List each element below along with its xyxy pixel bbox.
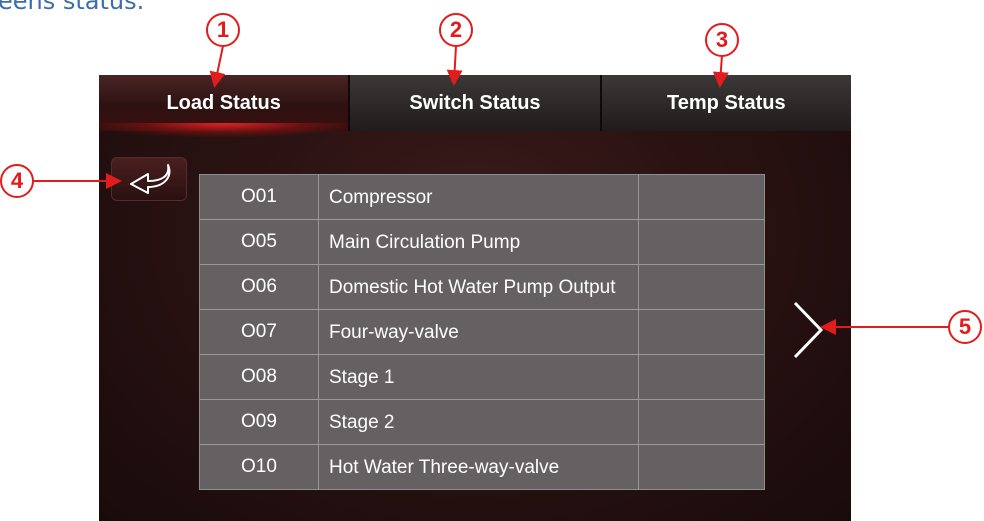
status-tabs: Load Status Switch Status Temp Status [99, 75, 851, 137]
row-code: O09 [200, 400, 319, 444]
row-name: Hot Water Three-way-valve [319, 445, 639, 489]
tab-switch-status[interactable]: Switch Status [350, 75, 602, 131]
row-code: O10 [200, 445, 319, 489]
row-name: Stage 1 [319, 355, 639, 399]
row-value [639, 445, 764, 489]
row-value [639, 265, 764, 309]
table-row: O01 Compressor [200, 175, 764, 220]
table-row: O08 Stage 1 [200, 355, 764, 400]
row-code: O08 [200, 355, 319, 399]
row-name: Compressor [319, 175, 639, 219]
table-row: O09 Stage 2 [200, 400, 764, 445]
row-value [639, 220, 764, 264]
row-name: Four-way-valve [319, 310, 639, 354]
table-row: O06 Domestic Hot Water Pump Output [200, 265, 764, 310]
callout-3: 3 [705, 23, 739, 57]
chevron-right-icon [793, 301, 824, 359]
row-name: Main Circulation Pump [319, 220, 639, 264]
row-name: Stage 2 [319, 400, 639, 444]
row-value [639, 355, 764, 399]
next-page-button[interactable] [789, 300, 829, 360]
row-code: O06 [200, 265, 319, 309]
row-value [639, 310, 764, 354]
callout-2: 2 [439, 13, 473, 47]
row-value [639, 175, 764, 219]
callout-5: 5 [948, 310, 982, 344]
return-arrow-icon [130, 164, 171, 194]
row-code: O07 [200, 310, 319, 354]
back-button[interactable] [111, 157, 187, 201]
page-caption: eens status. [0, 0, 145, 15]
row-code: O05 [200, 220, 319, 264]
callout-4: 4 [0, 164, 34, 198]
load-status-table: O01 Compressor O05 Main Circulation Pump… [199, 174, 765, 490]
table-row: O05 Main Circulation Pump [200, 220, 764, 265]
row-name: Domestic Hot Water Pump Output [319, 265, 639, 309]
table-row: O10 Hot Water Three-way-valve [200, 445, 764, 489]
tab-load-status[interactable]: Load Status [99, 75, 351, 137]
row-value [639, 400, 764, 444]
controller-screen: Load Status Switch Status Temp Status O0… [99, 75, 851, 521]
table-row: O07 Four-way-valve [200, 310, 764, 355]
callout-1: 1 [206, 13, 240, 47]
row-code: O01 [200, 175, 319, 219]
tab-temp-status[interactable]: Temp Status [601, 75, 851, 131]
